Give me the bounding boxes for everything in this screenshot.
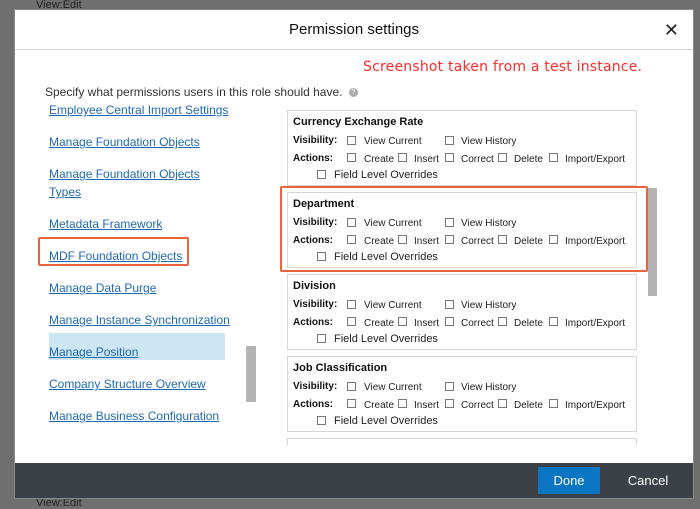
list-item-employee-central-import-settings[interactable]: Employee Central Import Settings bbox=[49, 102, 228, 119]
create-label: Create bbox=[364, 154, 395, 165]
view-current-label: View Current bbox=[364, 136, 422, 147]
dialog-header: Permission settings ✕ bbox=[15, 10, 693, 50]
selected-item-red-box bbox=[38, 237, 189, 266]
list-item-manage-foundation-objects[interactable]: Manage Foundation Objects bbox=[49, 133, 200, 151]
right-scrollbar[interactable] bbox=[648, 188, 657, 296]
visibility-label: Visibility: bbox=[293, 381, 338, 392]
permission-box-division: Division Visibility: View Current View H… bbox=[287, 274, 637, 350]
delete-label: Delete bbox=[514, 154, 543, 165]
field-level-overrides-checkbox[interactable] bbox=[317, 334, 326, 343]
view-history-checkbox[interactable] bbox=[445, 300, 454, 309]
correct-checkbox[interactable] bbox=[445, 399, 454, 408]
field-level-overrides-checkbox[interactable] bbox=[317, 170, 326, 179]
list-item-metadata-framework[interactable]: Metadata Framework bbox=[49, 215, 162, 233]
field-level-overrides-label: Field Level Overrides bbox=[334, 169, 438, 181]
permission-category-list: Employee Central Import Settings Manage … bbox=[15, 102, 265, 442]
help-icon[interactable]: ? bbox=[348, 88, 358, 98]
insert-checkbox[interactable] bbox=[398, 399, 407, 408]
permission-box-next bbox=[287, 438, 637, 445]
instruction-label: Specify what permissions users in this r… bbox=[45, 85, 343, 99]
field-level-overrides-label: Field Level Overrides bbox=[334, 333, 438, 345]
department-red-box bbox=[280, 186, 648, 272]
view-current-checkbox[interactable] bbox=[347, 382, 356, 391]
object-title: Division bbox=[293, 280, 336, 292]
create-checkbox[interactable] bbox=[347, 399, 356, 408]
delete-checkbox[interactable] bbox=[498, 317, 507, 326]
view-history-checkbox[interactable] bbox=[445, 382, 454, 391]
view-current-label: View Current bbox=[364, 300, 422, 311]
list-item-manage-position[interactable]: Manage Position bbox=[49, 343, 138, 361]
delete-checkbox[interactable] bbox=[498, 399, 507, 408]
create-label: Create bbox=[364, 400, 395, 411]
annotation-text: Screenshot taken from a test instance. bbox=[363, 59, 643, 75]
correct-checkbox[interactable] bbox=[445, 153, 454, 162]
create-checkbox[interactable] bbox=[347, 317, 356, 326]
permission-box-job-classification: Job Classification Visibility: View Curr… bbox=[287, 356, 637, 432]
insert-label: Insert bbox=[414, 154, 440, 165]
instruction-text: Specify what permissions users in this r… bbox=[45, 85, 358, 99]
import-export-label: Import/Export bbox=[565, 154, 626, 165]
delete-label: Delete bbox=[514, 400, 543, 411]
import-export-checkbox[interactable] bbox=[549, 317, 558, 326]
import-export-checkbox[interactable] bbox=[549, 153, 558, 162]
left-scrollbar[interactable] bbox=[246, 346, 256, 402]
cancel-button[interactable]: Cancel bbox=[623, 467, 673, 494]
view-history-checkbox[interactable] bbox=[445, 136, 454, 145]
insert-checkbox[interactable] bbox=[398, 317, 407, 326]
create-checkbox[interactable] bbox=[347, 153, 356, 162]
view-current-label: View Current bbox=[364, 382, 422, 393]
insert-label: Insert bbox=[414, 318, 440, 329]
visibility-label: Visibility: bbox=[293, 135, 338, 146]
actions-label: Actions: bbox=[293, 399, 333, 410]
import-export-checkbox[interactable] bbox=[549, 399, 558, 408]
permissions-panel: Currency Exchange Rate Visibility: View … bbox=[287, 110, 639, 445]
correct-label: Correct bbox=[461, 400, 494, 411]
insert-label: Insert bbox=[414, 400, 440, 411]
visibility-label: Visibility: bbox=[293, 299, 338, 310]
delete-label: Delete bbox=[514, 318, 543, 329]
actions-label: Actions: bbox=[293, 153, 333, 164]
done-button[interactable]: Done bbox=[538, 467, 600, 494]
insert-checkbox[interactable] bbox=[398, 153, 407, 162]
view-history-label: View History bbox=[461, 382, 517, 393]
view-history-label: View History bbox=[461, 300, 517, 311]
import-export-label: Import/Export bbox=[565, 400, 626, 411]
list-item-manage-foundation-objects-types[interactable]: Manage Foundation Objects Types bbox=[49, 165, 209, 201]
create-label: Create bbox=[364, 318, 395, 329]
permission-settings-dialog: Permission settings ✕ Screenshot taken f… bbox=[14, 9, 694, 499]
close-icon[interactable]: ✕ bbox=[664, 20, 679, 41]
list-item-manage-instance-synchronization[interactable]: Manage Instance Synchronization bbox=[49, 311, 230, 329]
dialog-footer: Done Cancel bbox=[15, 463, 693, 498]
correct-label: Correct bbox=[461, 154, 494, 165]
list-item-manage-data-purge[interactable]: Manage Data Purge bbox=[49, 279, 156, 297]
field-level-overrides-label: Field Level Overrides bbox=[334, 415, 438, 427]
view-current-checkbox[interactable] bbox=[347, 136, 356, 145]
object-title: Currency Exchange Rate bbox=[293, 116, 424, 128]
permission-box-currency-exchange-rate: Currency Exchange Rate Visibility: View … bbox=[287, 110, 637, 186]
correct-label: Correct bbox=[461, 318, 494, 329]
list-item-manage-business-configuration[interactable]: Manage Business Configuration bbox=[49, 407, 219, 425]
import-export-label: Import/Export bbox=[565, 318, 626, 329]
correct-checkbox[interactable] bbox=[445, 317, 454, 326]
field-level-overrides-checkbox[interactable] bbox=[317, 416, 326, 425]
actions-label: Actions: bbox=[293, 317, 333, 328]
view-history-label: View History bbox=[461, 136, 517, 147]
list-item-company-structure-overview[interactable]: Company Structure Overview bbox=[49, 375, 206, 393]
delete-checkbox[interactable] bbox=[498, 153, 507, 162]
object-title: Job Classification bbox=[293, 362, 388, 374]
view-current-checkbox[interactable] bbox=[347, 300, 356, 309]
dialog-title: Permission settings bbox=[288, 21, 420, 38]
